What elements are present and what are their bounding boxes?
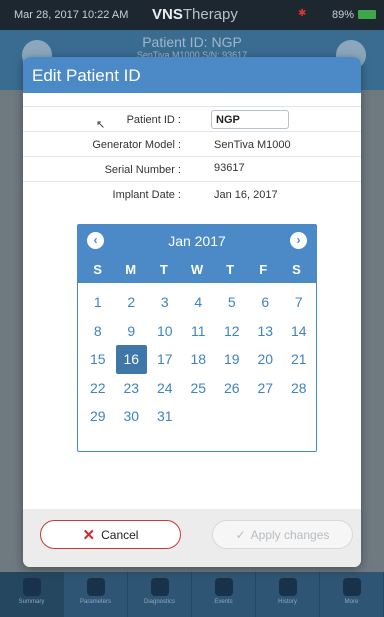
calendar-day[interactable]: 22: [81, 374, 115, 403]
modal-title: Edit Patient ID: [23, 57, 361, 93]
checkmark-icon: ✓: [235, 527, 246, 542]
app-header-title: Patient ID: NGP: [142, 34, 242, 50]
cursor-icon: ↖: [96, 119, 106, 131]
bluetooth-icon: ✱: [298, 8, 307, 19]
calendar-day[interactable]: 5: [215, 288, 249, 317]
next-month-icon[interactable]: ›: [290, 232, 307, 249]
calendar-day[interactable]: 15: [81, 345, 115, 374]
tab-diagnostics[interactable]: Diagnostics: [128, 572, 192, 617]
battery-icon: [358, 10, 376, 19]
parameters-icon: [86, 578, 105, 596]
status-bar: Mar 28, 2017 10:22 AM VNSTherapy ✱ 89%: [0, 0, 384, 30]
diagnostics-icon: [150, 578, 169, 596]
calendar-day[interactable]: 17: [148, 345, 182, 374]
date-picker-calendar: ‹ Jan 2017 › S M T W T F S 1 2 3 4 5 6 7 8 9 10 11…: [77, 224, 317, 452]
calendar-day[interactable]: 6: [249, 288, 283, 317]
weekday-label: F: [259, 262, 268, 277]
apply-changes-button[interactable]: ✓ Apply changes: [212, 520, 353, 549]
more-icon: [342, 578, 361, 596]
calendar-day[interactable]: 25: [182, 374, 216, 403]
calendar-day[interactable]: 1: [81, 288, 115, 317]
calendar-days-grid: 1 2 3 4 5 6 7 8 9 10 11 12 13 14 15 16 17 18 19 20 21 22 23 24 2…: [78, 283, 316, 431]
tab-events[interactable]: Events: [192, 572, 256, 617]
serial-number-value: 93617: [214, 162, 245, 174]
weekday-label: T: [159, 262, 168, 277]
status-time: Mar 28, 2017 10:22 AM: [14, 9, 129, 21]
tab-parameters[interactable]: Parameters: [64, 572, 128, 617]
tab-more[interactable]: More: [320, 572, 384, 617]
calendar-day[interactable]: 9: [115, 317, 149, 346]
calendar-month-label: Jan 2017: [168, 233, 226, 249]
calendar-day[interactable]: 30: [115, 402, 149, 431]
weekday-label: M: [125, 262, 137, 277]
weekday-label: W: [190, 262, 204, 277]
calendar-day[interactable]: 21: [282, 345, 316, 374]
cancel-button[interactable]: ✕ Cancel: [40, 520, 181, 549]
calendar-day[interactable]: 2: [115, 288, 149, 317]
generator-model-row: Generator Model : SenTiva M1000: [23, 132, 361, 157]
implant-date-label: Implant Date :: [112, 189, 181, 201]
calendar-day[interactable]: 28: [282, 374, 316, 403]
calendar-day[interactable]: 3: [148, 288, 182, 317]
summary-icon: [22, 578, 41, 596]
calendar-day[interactable]: 23: [115, 374, 149, 403]
apply-label: Apply changes: [250, 527, 330, 542]
weekday-label: S: [93, 262, 102, 277]
weekday-label: S: [292, 262, 301, 277]
patient-id-label: Patient ID :: [126, 114, 181, 126]
serial-number-row: Serial Number : 93617: [23, 157, 361, 182]
calendar-day[interactable]: 4: [182, 288, 216, 317]
calendar-day[interactable]: 26: [215, 374, 249, 403]
calendar-day[interactable]: 8: [81, 317, 115, 346]
history-icon: [278, 578, 297, 596]
calendar-day[interactable]: 19: [215, 345, 249, 374]
close-icon: ✕: [82, 526, 96, 544]
calendar-day[interactable]: 7: [282, 288, 316, 317]
calendar-day[interactable]: 11: [182, 317, 216, 346]
generator-model-label: Generator Model :: [92, 139, 181, 151]
patient-id-row: ↖ Patient ID :: [23, 107, 361, 132]
calendar-day[interactable]: 24: [148, 374, 182, 403]
implant-date-row: Implant Date : Jan 16, 2017: [23, 182, 361, 207]
calendar-day[interactable]: 13: [249, 317, 283, 346]
patient-id-input[interactable]: [211, 110, 289, 129]
calendar-day[interactable]: 29: [81, 402, 115, 431]
brand-logo: VNSTherapy: [152, 6, 238, 23]
calendar-day-selected[interactable]: 16: [115, 345, 147, 374]
edit-patient-modal: Edit Patient ID ↖ Patient ID : Generator…: [23, 57, 361, 567]
calendar-header: ‹ Jan 2017 › S M T W T F S: [78, 225, 316, 283]
weekday-label: T: [226, 262, 235, 277]
serial-number-label: Serial Number :: [104, 164, 181, 176]
tab-summary[interactable]: Summary: [0, 572, 64, 617]
tab-bar: Summary Parameters Diagnostics Events Hi…: [0, 572, 384, 617]
implant-date-value[interactable]: Jan 16, 2017: [214, 189, 278, 201]
calendar-day[interactable]: 31: [148, 402, 182, 431]
calendar-day[interactable]: 18: [182, 345, 216, 374]
calendar-day[interactable]: 20: [249, 345, 283, 374]
calendar-day[interactable]: 14: [282, 317, 316, 346]
tab-history[interactable]: History: [256, 572, 320, 617]
cancel-label: Cancel: [101, 527, 139, 542]
events-icon: [214, 578, 233, 596]
generator-model-value: SenTiva M1000: [214, 139, 291, 151]
calendar-day[interactable]: 10: [148, 317, 182, 346]
weekday-header: S M T W T F S: [78, 262, 316, 277]
battery-percent: 89%: [331, 9, 354, 21]
modal-footer: ✕ Cancel ✓ Apply changes: [23, 509, 361, 567]
calendar-day[interactable]: 27: [249, 374, 283, 403]
calendar-day[interactable]: 12: [215, 317, 249, 346]
modal-divider: [23, 93, 361, 107]
